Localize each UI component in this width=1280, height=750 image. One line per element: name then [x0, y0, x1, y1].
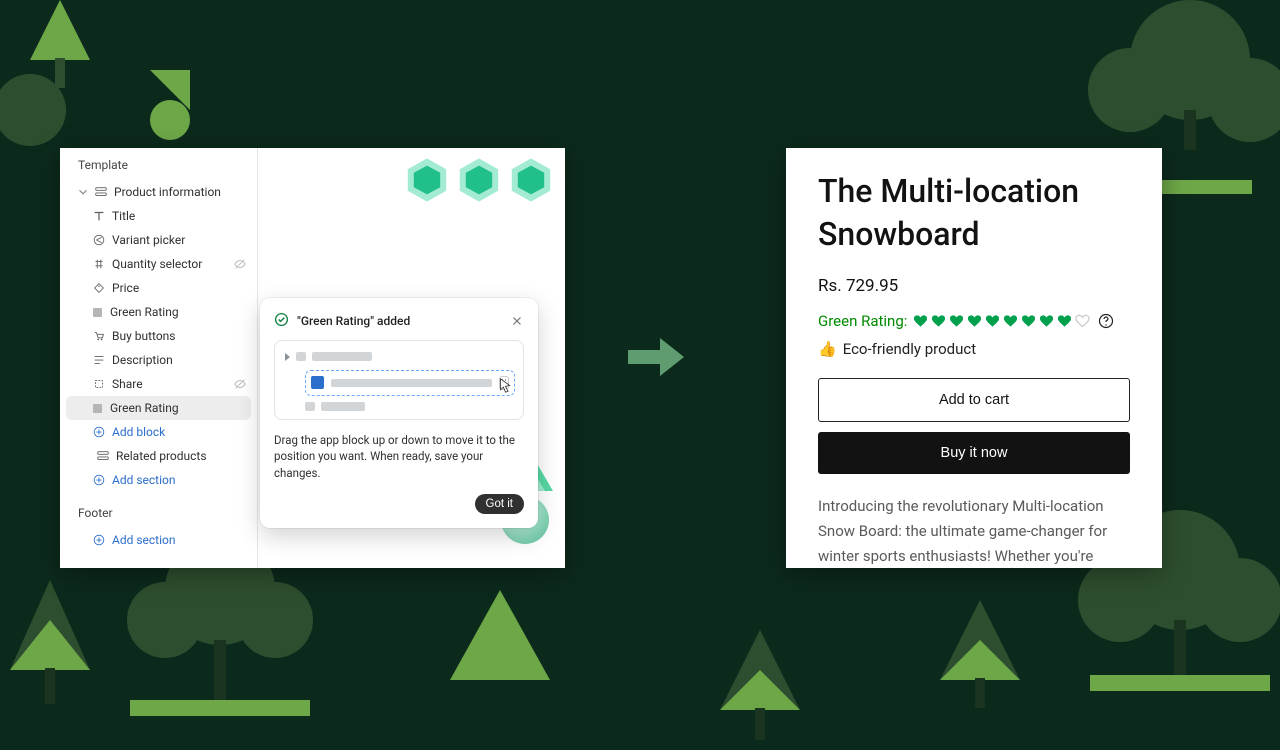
block-buy-buttons[interactable]: Buy buttons: [66, 324, 251, 348]
cart-icon: [92, 329, 106, 343]
block-label: Price: [112, 281, 247, 295]
plus-circle-icon: [92, 533, 106, 547]
heart-filled-icon: [1021, 314, 1036, 328]
green-rating-row: Green Rating:: [818, 312, 1130, 330]
heart-filled-icon: [949, 314, 964, 328]
description-icon: [92, 353, 106, 367]
block-label: Title: [112, 209, 247, 223]
preview-area: "Green Rating" added Drag the app block …: [258, 148, 565, 568]
product-preview-card: The Multi-location Snowboard Rs. 729.95 …: [786, 148, 1162, 568]
eco-friendly-row: 👍 Eco-friendly product: [818, 340, 1130, 358]
section-label: Product information: [114, 185, 247, 199]
share-icon: [92, 377, 106, 391]
section-product-information[interactable]: Product information: [66, 180, 251, 204]
callout-body: Drag the app block up or down to move it…: [274, 432, 524, 482]
block-label: Quantity selector: [112, 257, 247, 271]
block-title[interactable]: Title: [66, 204, 251, 228]
cursor-icon: [498, 377, 513, 397]
block-label: Green Rating: [110, 401, 247, 415]
heart-filled-icon: [931, 314, 946, 328]
heart-empty-icon: [1075, 314, 1090, 328]
hash-icon: [92, 257, 106, 271]
eco-text: Eco-friendly product: [843, 340, 976, 358]
block-label: Description: [112, 353, 247, 367]
sidebar: Template Product information Title Varia…: [60, 148, 258, 568]
product-price: Rs. 729.95: [818, 276, 1130, 296]
block-price[interactable]: Price: [66, 276, 251, 300]
variant-icon: [92, 233, 106, 247]
heart-filled-icon: [967, 314, 982, 328]
block-label: Buy buttons: [112, 329, 247, 343]
app-block-icon: [93, 308, 102, 317]
callout-title: "Green Rating" added: [297, 314, 502, 328]
diagram: [274, 340, 524, 420]
theme-editor-panel: Template Product information Title Varia…: [60, 148, 565, 568]
section-related-products[interactable]: Related products: [66, 444, 251, 468]
plus-circle-icon: [92, 473, 106, 487]
section-label: Related products: [116, 449, 247, 463]
close-icon[interactable]: [510, 314, 524, 328]
rating-hearts: [913, 314, 1090, 328]
add-section-label: Add section: [112, 533, 247, 547]
layout-icon: [94, 185, 108, 199]
hidden-icon: [233, 257, 247, 271]
app-block-icon: [93, 404, 102, 413]
heart-filled-icon: [985, 314, 1000, 328]
heart-filled-icon: [1003, 314, 1018, 328]
arrow-icon: [626, 332, 686, 386]
onboarding-callout: "Green Rating" added Drag the app block …: [260, 298, 538, 528]
add-block-label: Add block: [112, 425, 247, 439]
decorative-hexagons: [403, 156, 555, 218]
text-icon: [92, 209, 106, 223]
plus-circle-icon: [92, 425, 106, 439]
block-green-rating[interactable]: Green Rating: [66, 300, 251, 324]
price-icon: [92, 281, 106, 295]
thumbs-up-icon: 👍: [818, 340, 837, 358]
sidebar-heading-footer: Footer: [66, 498, 251, 528]
layout-icon: [96, 449, 110, 463]
block-quantity-selector[interactable]: Quantity selector: [66, 252, 251, 276]
add-section-label: Add section: [112, 473, 247, 487]
chevron-down-icon: [76, 185, 90, 199]
block-description[interactable]: Description: [66, 348, 251, 372]
block-share[interactable]: Share: [66, 372, 251, 396]
block-label: Green Rating: [110, 305, 247, 319]
block-label: Variant picker: [112, 233, 247, 247]
checkmark-circle-icon: [274, 312, 289, 330]
heart-filled-icon: [913, 314, 928, 328]
buy-it-now-button[interactable]: Buy it now: [818, 432, 1130, 474]
block-variant-picker[interactable]: Variant picker: [66, 228, 251, 252]
heart-filled-icon: [1039, 314, 1054, 328]
add-block[interactable]: Add block: [66, 420, 251, 444]
heart-filled-icon: [1057, 314, 1072, 328]
block-green-rating-selected[interactable]: Green Rating: [66, 396, 251, 420]
got-it-button[interactable]: Got it: [475, 494, 524, 514]
sidebar-heading-template: Template: [66, 150, 251, 180]
hidden-icon: [233, 377, 247, 391]
add-section-footer[interactable]: Add section: [66, 528, 251, 552]
add-section[interactable]: Add section: [66, 468, 251, 492]
block-label: Share: [112, 377, 247, 391]
drag-handle-icon[interactable]: [499, 376, 509, 390]
add-to-cart-button[interactable]: Add to cart: [818, 378, 1130, 422]
green-rating-label: Green Rating:: [818, 312, 907, 330]
product-title: The Multi-location Snowboard: [818, 170, 1130, 256]
help-icon[interactable]: [1098, 313, 1114, 329]
product-description: Introducing the revolutionary Multi-loca…: [818, 494, 1130, 568]
